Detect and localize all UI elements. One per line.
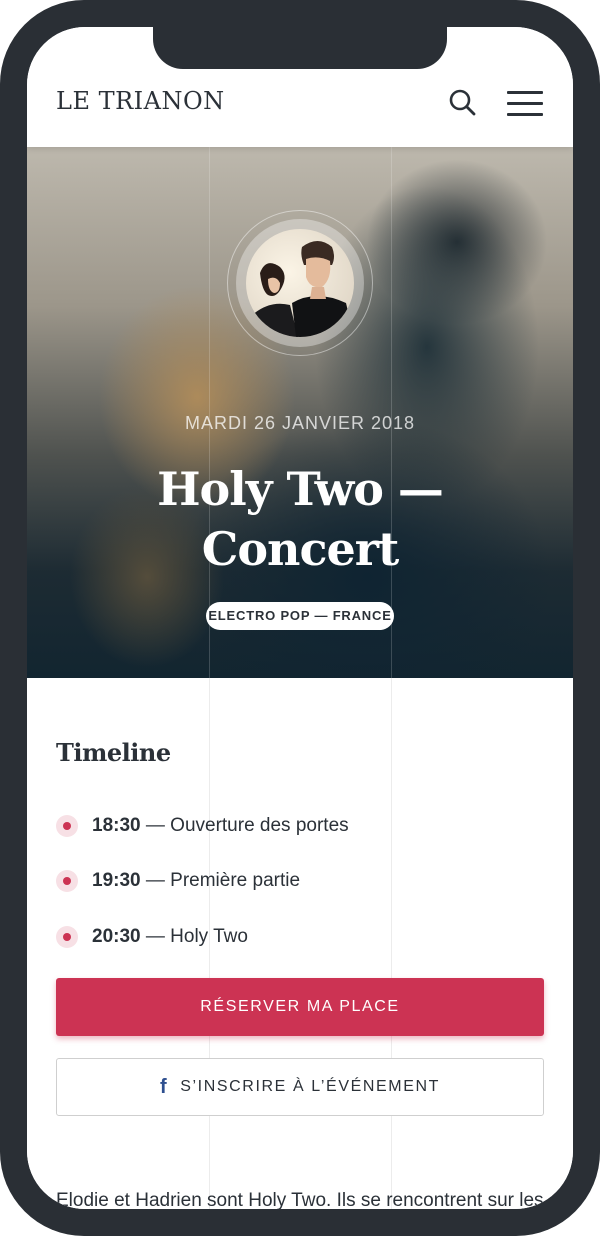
artist-avatar — [246, 229, 354, 337]
event-hero: MARDI 26 JANVIER 2018 Holy Two — Concert… — [27, 147, 573, 678]
facebook-register-button[interactable]: f S’INSCRIRE À L’ÉVÉNEMENT — [56, 1058, 544, 1116]
timeline-time: 18:30 — [92, 815, 141, 836]
logo[interactable]: LE TRIANON — [56, 87, 225, 115]
facebook-icon: f — [159, 1076, 169, 1098]
timeline-title: Timeline — [56, 738, 171, 767]
phone-frame: LE TRIANON MARDI 26 JANVIER 2018 Holy Tw… — [0, 0, 600, 1236]
event-title-line: Concert — [201, 522, 400, 576]
event-date: MARDI 26 JANVIER 2018 — [184, 413, 416, 433]
event-details: Timeline 18:30 — Ouverture des portes 19… — [27, 678, 573, 1209]
timeline-item: 20:30 — Holy Two — [56, 922, 536, 952]
timeline-dot-icon — [56, 926, 78, 948]
timeline-label: — Holy Two — [140, 926, 248, 947]
phone-notch — [153, 27, 447, 69]
hamburger-menu-icon[interactable] — [505, 89, 545, 121]
screen: LE TRIANON MARDI 26 JANVIER 2018 Holy Tw… — [27, 27, 573, 1209]
event-description: Elodie et Hadrien sont Holy Two. Ils se … — [56, 1190, 544, 1209]
timeline-item: 19:30 — Première partie — [56, 866, 536, 896]
timeline-text: 18:30 — Ouverture des portes — [92, 815, 349, 837]
event-title-line: Holy Two — — [157, 462, 444, 516]
timeline-label: — Ouverture des portes — [140, 815, 349, 836]
timeline-item: 18:30 — Ouverture des portes — [56, 811, 536, 841]
timeline-time: 19:30 — [92, 870, 141, 891]
timeline-dot-icon — [56, 870, 78, 892]
reserve-button[interactable]: RÉSERVER MA PLACE — [56, 978, 544, 1036]
timeline-text: 20:30 — Holy Two — [92, 926, 248, 948]
genre-badge: ELECTRO POP — FRANCE — [206, 602, 394, 630]
timeline-dot-icon — [56, 815, 78, 837]
event-title: Holy Two — Concert — [67, 459, 533, 579]
timeline-label: — Première partie — [140, 870, 301, 891]
timeline-time: 20:30 — [92, 926, 141, 947]
search-icon[interactable] — [447, 87, 481, 121]
facebook-register-label: S’INSCRIRE À L’ÉVÉNEMENT — [180, 1078, 441, 1095]
timeline-text: 19:30 — Première partie — [92, 870, 300, 892]
